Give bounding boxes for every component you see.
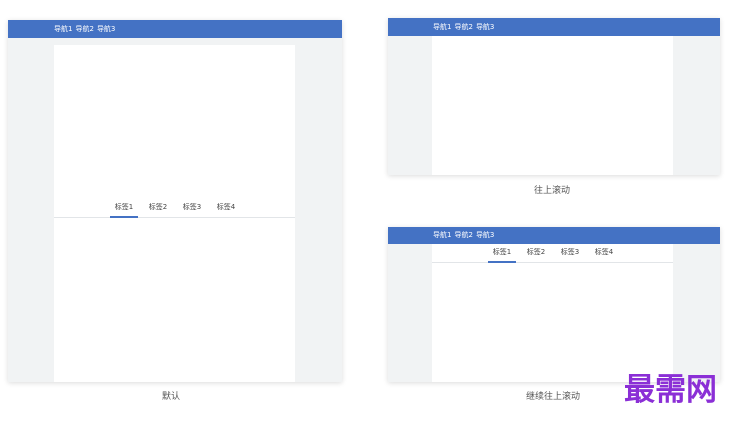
nav-menu: 导航1 导航2 导航3 — [433, 18, 494, 36]
top-nav-bar: 导航1 导航2 导航3 — [388, 227, 720, 244]
nav-menu: 导航1 导航2 导航3 — [433, 227, 494, 244]
nav-item-1[interactable]: 导航1 — [433, 232, 451, 239]
scroll-up-state-mockup: 导航1 导航2 导航3 — [388, 18, 720, 175]
nav-item-3[interactable]: 导航3 — [476, 23, 494, 31]
nav-item-2[interactable]: 导航2 — [454, 23, 472, 31]
nav-item-1[interactable]: 导航1 — [54, 25, 72, 33]
tab-1[interactable]: 标签1 — [110, 197, 138, 218]
main-content: 标签1 标签2 标签3 标签4 — [54, 45, 295, 382]
main-content: 标签1 标签2 标签3 标签4 — [432, 244, 673, 382]
nav-item-1[interactable]: 导航1 — [433, 23, 451, 31]
nav-item-2[interactable]: 导航2 — [75, 25, 93, 33]
tab-2[interactable]: 标签2 — [522, 244, 550, 262]
tab-3[interactable]: 标签3 — [178, 197, 206, 217]
watermark: 最需网 — [624, 372, 717, 408]
main-content — [432, 36, 673, 175]
sticky-tab-bar: 标签1 标签2 标签3 标签4 — [432, 244, 673, 263]
nav-item-3[interactable]: 导航3 — [97, 25, 115, 33]
caption-scroll-further: 继续往上滚动 — [525, 392, 580, 402]
tab-3[interactable]: 标签3 — [556, 244, 584, 262]
tab-1[interactable]: 标签1 — [488, 244, 516, 263]
nav-item-3[interactable]: 导航3 — [476, 232, 494, 239]
tab-4[interactable]: 标签4 — [212, 197, 240, 217]
top-nav-bar: 导航1 导航2 导航3 — [388, 18, 720, 36]
default-state-mockup: 导航1 导航2 导航3 标签1 标签2 标签3 标签4 — [8, 20, 342, 382]
caption-scroll-up: 往上滚动 — [533, 186, 570, 196]
tab-bar: 标签1 标签2 标签3 标签4 — [54, 197, 295, 218]
top-nav-bar: 导航1 导航2 导航3 — [8, 20, 342, 38]
tab-2[interactable]: 标签2 — [144, 197, 172, 217]
caption-default: 默认 — [161, 392, 180, 402]
nav-item-2[interactable]: 导航2 — [454, 232, 472, 239]
tab-4[interactable]: 标签4 — [590, 244, 618, 262]
nav-menu: 导航1 导航2 导航3 — [54, 20, 115, 38]
scroll-further-state-mockup: 导航1 导航2 导航3 标签1 标签2 标签3 标签4 — [388, 227, 720, 382]
